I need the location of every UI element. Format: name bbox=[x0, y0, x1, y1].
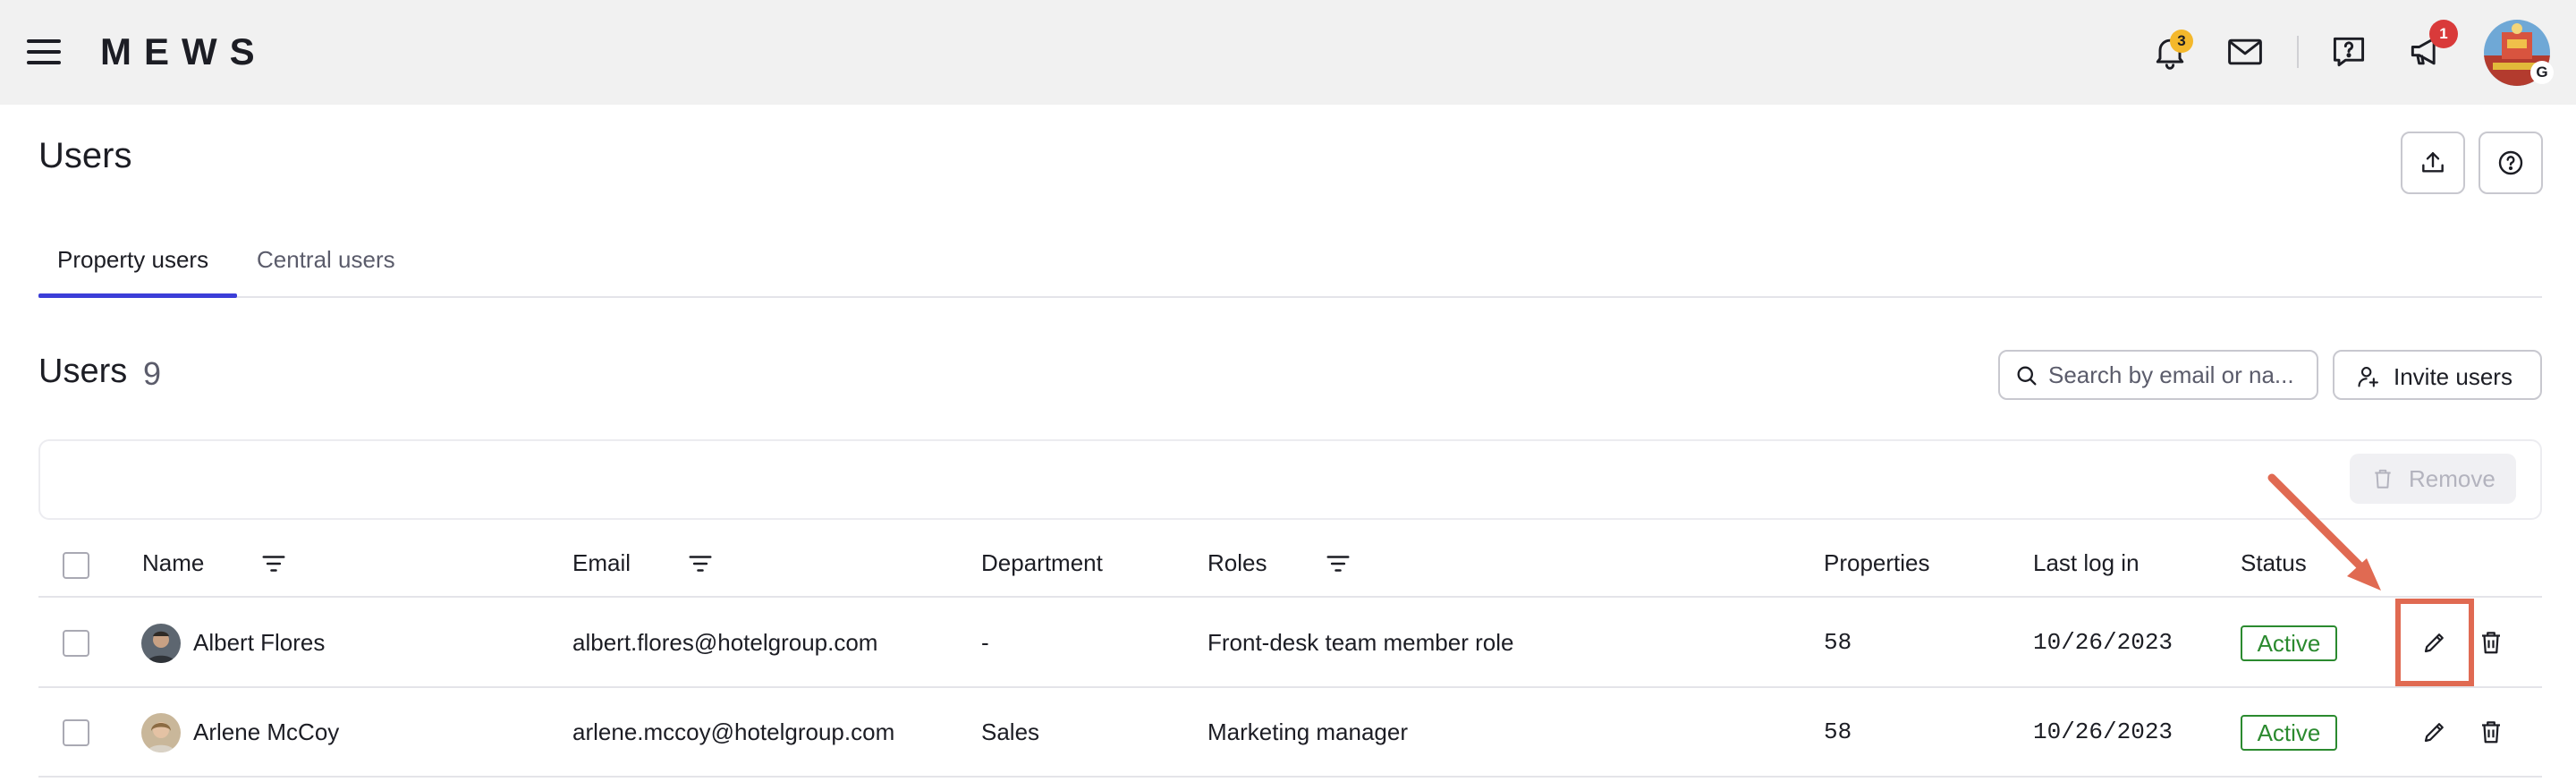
column-department[interactable]: Department bbox=[981, 549, 1103, 577]
delete-icon[interactable] bbox=[2476, 717, 2506, 747]
column-last-log-in[interactable]: Last log in bbox=[2033, 549, 2140, 577]
help-button[interactable] bbox=[2479, 132, 2543, 194]
announcement-badge: 1 bbox=[2429, 20, 2458, 48]
user-department: Sales bbox=[981, 718, 1040, 745]
user-email: albert.flores@hotelgroup.com bbox=[572, 629, 878, 656]
invite-users-label: Invite users bbox=[2394, 363, 2512, 390]
row-checkbox[interactable] bbox=[63, 719, 89, 746]
question-circle-icon bbox=[2498, 150, 2523, 175]
name-filter-icon[interactable] bbox=[260, 552, 287, 575]
annotation-arrow bbox=[2267, 473, 2381, 591]
column-properties[interactable]: Properties bbox=[1824, 549, 1930, 577]
user-last-log-in: 10/26/2023 bbox=[2033, 629, 2174, 656]
avatar bbox=[141, 624, 181, 663]
column-email[interactable]: Email bbox=[572, 549, 631, 577]
mail-icon[interactable] bbox=[2222, 29, 2268, 75]
mews-logo[interactable]: MEWS bbox=[100, 30, 267, 73]
remove-label: Remove bbox=[2409, 465, 2496, 492]
delete-icon[interactable] bbox=[2476, 627, 2506, 658]
add-user-icon bbox=[2358, 367, 2378, 387]
search-icon bbox=[2017, 366, 2037, 386]
status-badge: Active bbox=[2241, 625, 2337, 661]
edit-icon[interactable] bbox=[2419, 717, 2450, 747]
user-name[interactable]: Albert Flores bbox=[193, 629, 325, 657]
avatar bbox=[141, 713, 181, 752]
invite-users-button[interactable]: Invite users bbox=[2333, 350, 2542, 400]
email-filter-icon[interactable] bbox=[687, 552, 714, 575]
menu-icon[interactable] bbox=[27, 39, 61, 64]
divider bbox=[2297, 36, 2299, 68]
export-button[interactable] bbox=[2401, 132, 2465, 194]
status-badge: Active bbox=[2241, 715, 2337, 751]
table-header: Name Email Department Roles Properties L… bbox=[38, 537, 2542, 598]
table-row[interactable]: Albert Flores albert.flores@hotelgroup.c… bbox=[38, 599, 2542, 688]
user-roles: Front-desk team member role bbox=[1208, 629, 1514, 656]
table-row[interactable]: Arlene McCoy arlene.mccoy@hotelgroup.com… bbox=[38, 688, 2542, 778]
column-name[interactable]: Name bbox=[142, 549, 204, 577]
user-department: - bbox=[981, 629, 989, 656]
select-all-checkbox[interactable] bbox=[63, 552, 89, 579]
top-bar: MEWS 3 1 G bbox=[0, 0, 2576, 105]
page-title: Users bbox=[38, 136, 132, 175]
tab-central-users[interactable]: Central users bbox=[257, 246, 395, 274]
section-title: Users bbox=[38, 353, 128, 390]
user-roles: Marketing manager bbox=[1208, 718, 1408, 745]
column-roles[interactable]: Roles bbox=[1208, 549, 1267, 577]
notification-badge: 3 bbox=[2170, 30, 2193, 53]
help-chat-icon[interactable] bbox=[2326, 29, 2372, 75]
users-count: 9 bbox=[143, 355, 162, 392]
roles-filter-icon[interactable] bbox=[1325, 552, 1352, 575]
user-name[interactable]: Arlene McCoy bbox=[193, 718, 339, 746]
row-checkbox[interactable] bbox=[63, 630, 89, 657]
tab-property-users[interactable]: Property users bbox=[57, 246, 208, 274]
search-field[interactable] bbox=[1998, 350, 2318, 400]
active-tab-indicator bbox=[38, 293, 237, 298]
user-properties: 58 bbox=[1824, 629, 1852, 656]
bulk-action-bar bbox=[38, 439, 2542, 520]
user-last-log-in: 10/26/2023 bbox=[2033, 718, 2174, 745]
user-properties: 58 bbox=[1824, 718, 1852, 745]
search-input[interactable] bbox=[2048, 361, 2308, 389]
upload-icon bbox=[2422, 152, 2444, 173]
tab-bar: Property users Central users bbox=[38, 228, 2542, 298]
user-email: arlene.mccoy@hotelgroup.com bbox=[572, 718, 895, 745]
annotation-highlight-box bbox=[2395, 599, 2474, 686]
avatar-badge: G bbox=[2530, 61, 2554, 84]
